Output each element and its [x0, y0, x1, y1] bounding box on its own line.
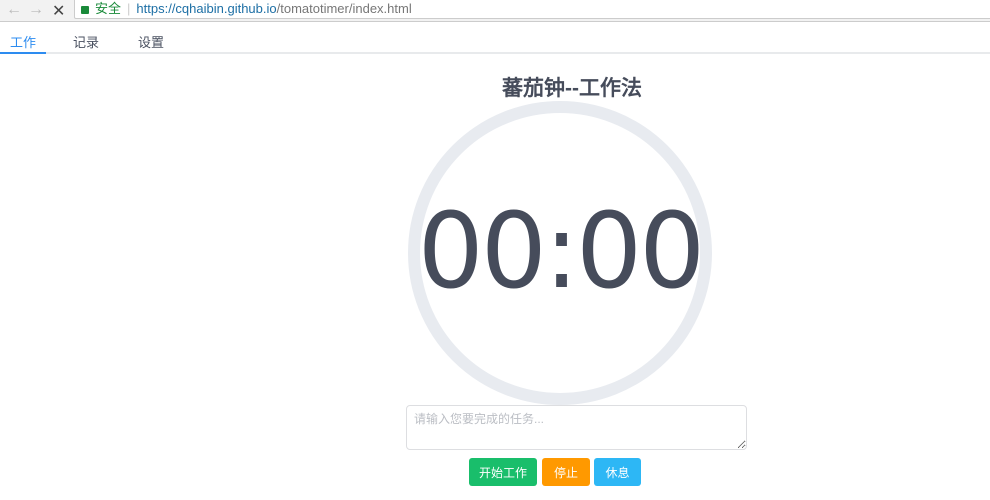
timer-display: 00:00 [408, 190, 712, 312]
tab-bar: 工作 记录 设置 [0, 22, 990, 54]
lock-icon [81, 6, 89, 14]
address-bar[interactable]: 安全|https://cqhaibin.github.io/tomatotime… [74, 0, 990, 19]
url-path: /tomatotimer/index.html [277, 1, 412, 16]
url-host: https://cqhaibin.github.io [136, 1, 276, 16]
stop-icon[interactable]: ✕ [52, 1, 65, 21]
secure-label: 安全 [95, 1, 121, 16]
back-icon[interactable]: ← [6, 1, 22, 19]
forward-icon[interactable]: → [28, 1, 44, 19]
browser-toolbar: ← → ✕ 安全|https://cqhaibin.github.io/toma… [0, 0, 990, 22]
active-tab-indicator [0, 52, 46, 54]
start-work-button[interactable]: 开始工作 [469, 458, 537, 486]
tab-records[interactable]: 记录 [73, 32, 99, 51]
tab-work[interactable]: 工作 [10, 32, 36, 51]
rest-button[interactable]: 休息 [594, 458, 641, 486]
tab-settings[interactable]: 设置 [138, 32, 164, 51]
page-title: 蕃茄钟--工作法 [0, 72, 990, 102]
task-input[interactable] [406, 405, 747, 450]
stop-button[interactable]: 停止 [542, 458, 590, 486]
